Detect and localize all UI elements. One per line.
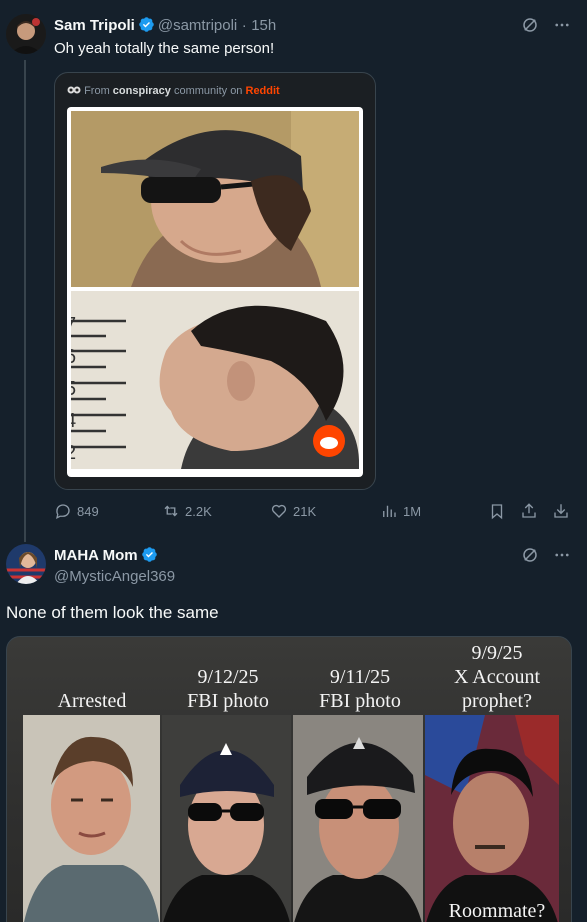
embed-photo[interactable]: 7 6 5 4 2: [67, 107, 363, 477]
caption-line: FBI photo: [319, 690, 401, 712]
post1-header: Sam Tripoli @samtripoli · 15h: [54, 16, 276, 36]
post2-text: None of them look the same: [6, 603, 219, 622]
avatar-sam-tripoli[interactable]: [6, 14, 46, 54]
mugshot-mark: 4: [71, 405, 76, 437]
caption-line: prophet?: [462, 690, 532, 712]
embed-from-label: From: [84, 85, 110, 97]
caption-line: Arrested: [57, 690, 127, 712]
post1-header-icons: [521, 16, 571, 39]
caption-date: 9/11/25: [329, 666, 391, 688]
caption-date: 9/12/25: [197, 666, 259, 688]
repost-count: 2.2K: [185, 503, 212, 519]
embed-source: From conspiracy community on Reddit: [67, 85, 280, 97]
mugshot-mark: 6: [71, 341, 76, 373]
reddit-alien-icon: [67, 85, 81, 95]
mugshot-mark: 2: [71, 437, 76, 469]
caption-roommate: Roommate?: [448, 900, 546, 922]
bookmark-icon: [491, 504, 503, 520]
post2-display-name[interactable]: MAHA Mom: [54, 547, 138, 564]
avatar-maha-mom[interactable]: [6, 544, 46, 584]
meme-image[interactable]: Arrested 9/12/25 FBI photo 9/11/25 FBI p…: [6, 636, 572, 922]
panel-fbi-photo-cap-1: [162, 715, 291, 922]
post1-separator: ·: [241, 17, 247, 34]
reply-count: 849: [77, 503, 99, 519]
share-button[interactable]: [520, 502, 538, 520]
caption-fbi-photo-2: 9/11/25 FBI photo: [295, 665, 425, 713]
embed-community[interactable]: conspiracy: [113, 85, 171, 97]
photo-cap-sunglasses: [71, 111, 359, 287]
views-button[interactable]: 1M: [380, 502, 421, 520]
repost-icon: [164, 505, 178, 517]
more-icon[interactable]: [553, 16, 571, 39]
like-count: 21K: [293, 503, 317, 519]
post2-header-icons: [521, 546, 571, 569]
post1-display-name[interactable]: Sam Tripoli: [54, 17, 135, 34]
bookmark-button[interactable]: [488, 502, 506, 520]
caption-line: FBI photo: [187, 690, 269, 712]
share-icon: [522, 503, 536, 518]
panel-fbi-photo-cap-2: [293, 715, 423, 922]
embed-platform[interactable]: Reddit: [246, 85, 280, 97]
post1-time[interactable]: 15h: [251, 17, 276, 34]
thread-line: [24, 60, 26, 542]
panel-arrested-photo: [23, 715, 160, 922]
post1-action-bar: 849 2.2K 21K 1M: [54, 502, 574, 524]
post2-handle[interactable]: @MysticAngel369: [54, 568, 175, 585]
grok-icon[interactable]: [521, 546, 539, 569]
mugshot-mark: 5: [71, 373, 76, 405]
embed-community-suffix: community on: [173, 85, 243, 97]
caption-arrested: Arrested: [27, 689, 157, 713]
caption-line: X Account: [453, 666, 541, 688]
download-button[interactable]: [552, 502, 570, 520]
grok-icon[interactable]: [521, 16, 539, 39]
photo-mugshot-profile: 7 6 5 4 2: [71, 291, 359, 469]
download-icon: [554, 504, 568, 518]
mugshot-mark: 7: [71, 309, 76, 341]
caption-date: 9/9/25: [471, 642, 523, 664]
reply-icon: [56, 504, 70, 519]
mugshot-marks: 7 6 5 4 2: [71, 309, 76, 469]
caption-x-account: 9/9/25 X Account prophet?: [427, 641, 567, 713]
post2-name-row: MAHA Mom: [54, 546, 161, 565]
panel-x-account-photo: [425, 715, 559, 922]
more-icon[interactable]: [553, 546, 571, 569]
like-icon: [271, 504, 287, 518]
views-icon: [383, 505, 396, 517]
reddit-embed-card[interactable]: From conspiracy community on Reddit: [54, 72, 376, 490]
repost-button[interactable]: 2.2K: [162, 502, 212, 520]
views-count: 1M: [403, 503, 422, 519]
reply-button[interactable]: 849: [54, 502, 99, 520]
caption-fbi-photo-1: 9/12/25 FBI photo: [163, 665, 293, 713]
like-button[interactable]: 21K: [270, 502, 316, 520]
post1-handle[interactable]: @samtripoli: [158, 17, 237, 34]
verified-badge-icon: [138, 16, 155, 33]
verified-badge-icon: [141, 546, 158, 563]
post1-text: Oh yeah totally the same person!: [54, 40, 275, 57]
